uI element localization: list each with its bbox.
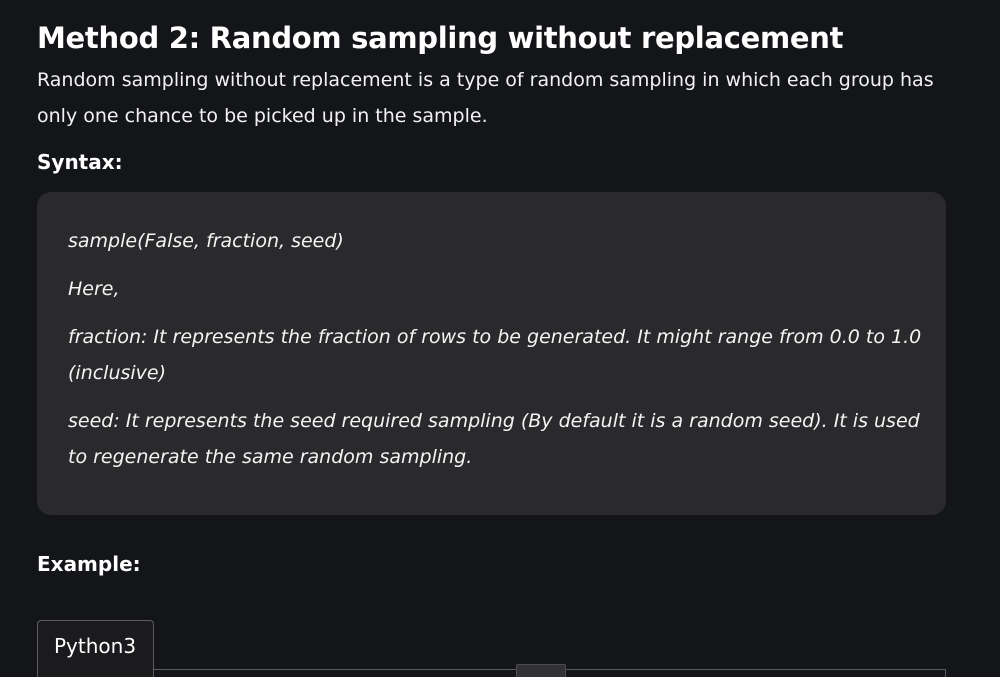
example-label: Example:: [37, 552, 141, 576]
fraction-parameter-description: fraction: It represents the fraction of …: [68, 326, 922, 384]
article-page: Method 2: Random sampling without replac…: [0, 0, 1000, 677]
syntax-here-label: Here,: [68, 278, 120, 300]
method-intro-paragraph: Random sampling without replacement is a…: [37, 69, 934, 127]
syntax-signature: sample(False, fraction, seed): [68, 230, 344, 252]
python3-code-tab[interactable]: Python3: [37, 620, 154, 677]
syntax-block: sample(False, fraction, seed) Here, frac…: [37, 192, 946, 515]
code-toolbar-handle[interactable]: [516, 664, 566, 677]
method-heading: Method 2: Random sampling without replac…: [37, 21, 844, 55]
syntax-label: Syntax:: [37, 150, 123, 174]
seed-parameter-description: seed: It represents the seed required sa…: [68, 410, 920, 468]
